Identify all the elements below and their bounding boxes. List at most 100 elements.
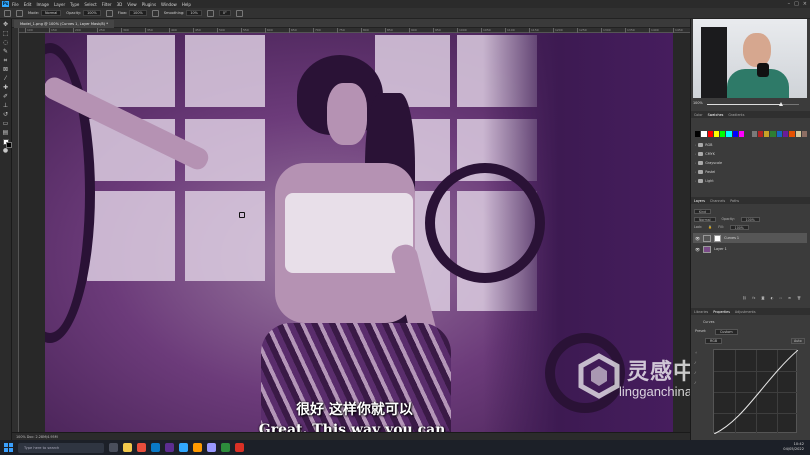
eyedropper-white-icon[interactable]: ⁄ [695,381,696,385]
layer-row-curves[interactable]: 👁 Curves 1 [693,233,807,243]
mode-select[interactable]: Normal [41,10,62,16]
tab-channels[interactable]: Channels [710,199,725,203]
swatch-folder-cmyk[interactable]: › CMYK [695,150,803,157]
color-swatch[interactable] [738,131,745,137]
quick-select-tool-icon[interactable]: ✎ [2,48,10,55]
curve-line[interactable] [714,350,798,434]
swatch-folder-rgb[interactable]: › RGB [695,141,803,148]
eyedropper-gray-icon[interactable]: ⁄ [695,371,696,375]
curves-graph[interactable] [713,349,798,434]
menu-layer[interactable]: Layer [54,2,65,7]
home-icon[interactable] [4,9,11,17]
visibility-eye-icon[interactable]: 👁 [695,247,700,252]
task-view-icon[interactable] [109,443,118,452]
airbrush-icon[interactable] [151,9,159,17]
navigator-zoom-slider[interactable] [707,102,799,106]
file-explorer-icon[interactable] [123,443,132,452]
new-adjustment-icon[interactable]: ◐ [770,296,773,300]
minimize-icon[interactable]: – [788,1,791,7]
edge-icon[interactable] [151,443,160,452]
teams-icon[interactable] [165,443,174,452]
color-swatch[interactable] [757,131,764,137]
fx-icon[interactable]: fx [752,296,755,300]
swatch-folder-light[interactable]: › Light [695,177,803,184]
swatch-folder-grayscale[interactable]: › Grayscale [695,159,803,166]
layer-mask-thumbnail[interactable] [714,234,722,242]
premiere-taskbar-icon[interactable] [207,443,216,452]
menu-help[interactable]: Help [182,2,191,7]
obs-icon[interactable] [235,443,244,452]
tab-gradients[interactable]: Gradients [728,113,744,117]
brush-preset-icon[interactable] [16,9,23,17]
healing-brush-tool-icon[interactable]: ✚ [2,84,10,91]
symmetry-icon[interactable] [235,9,243,17]
swatch-folder-pastel[interactable]: › Pastel [695,168,803,175]
opacity-input[interactable]: 100% [83,10,101,16]
history-brush-tool-icon[interactable]: ↺ [2,111,10,118]
photoshop-taskbar-icon[interactable] [179,443,188,452]
lasso-tool-icon[interactable]: ◌ [2,39,10,46]
menu-type[interactable]: Type [70,2,79,7]
chrome-icon[interactable] [137,443,146,452]
layer-kind-filter[interactable]: Kind [694,208,712,214]
color-swatch[interactable] [789,131,795,137]
layer-opacity-input[interactable]: 100% [740,216,760,222]
color-swatch[interactable] [726,131,732,137]
color-swatch[interactable] [701,131,707,137]
dodge-tool-icon[interactable]: ● [2,147,10,154]
tab-swatches[interactable]: Swatches [708,113,724,117]
tab-paths[interactable]: Paths [730,199,739,203]
menu-3d[interactable]: 3D [117,2,123,7]
new-layer-icon[interactable]: ⊞ [788,296,791,300]
tab-properties[interactable]: Properties [713,310,730,314]
gradient-tool-icon[interactable]: ▤ [2,129,10,136]
color-swatch[interactable] [732,131,738,137]
system-clock[interactable]: 10:42 04/05/2022 [783,442,804,452]
color-swatch[interactable] [707,131,713,137]
tab-color[interactable]: Color [694,113,703,117]
close-icon[interactable]: × [803,1,807,7]
menu-filter[interactable]: Filter [102,2,112,7]
eraser-tool-icon[interactable]: ▭ [2,120,10,127]
eyedropper-tool-icon[interactable]: ⁄ [2,75,10,82]
settings-icon[interactable] [206,9,214,17]
color-swatch[interactable] [713,131,720,137]
brush-tool-icon[interactable]: ✐ [2,93,10,100]
auto-button[interactable]: Auto [791,338,805,344]
tab-layers[interactable]: Layers [694,199,705,203]
target-adjust-icon[interactable]: ☝ [695,351,697,355]
lock-icon[interactable]: 🔒 [708,225,712,229]
marquee-tool-icon[interactable]: ⬚ [2,30,10,37]
smoothing-input[interactable]: 10% [186,10,202,16]
menu-select[interactable]: Select [84,2,96,7]
menu-image[interactable]: Image [36,2,49,7]
menu-plugins[interactable]: Plugins [142,2,156,7]
color-swatch[interactable] [776,131,782,137]
illustrator-taskbar-icon[interactable] [193,443,202,452]
menu-file[interactable]: File [12,2,19,7]
maximize-icon[interactable]: □ [794,1,799,7]
color-swatch[interactable] [782,131,789,137]
color-swatch[interactable] [695,131,701,137]
menu-window[interactable]: Window [161,2,177,7]
preset-select[interactable]: Custom [715,329,738,335]
angle-input[interactable]: 0° [218,10,231,16]
color-swatch[interactable] [745,131,751,137]
blend-mode-select[interactable]: Normal [694,216,716,222]
frame-tool-icon[interactable]: ⊠ [2,66,10,73]
color-swatch[interactable] [764,131,770,137]
color-swatch[interactable] [751,131,757,137]
color-swatch[interactable] [770,131,776,137]
document-tab[interactable]: Model_1.png @ 100% (Curves 1, Layer Mask… [14,20,114,28]
link-layers-icon[interactable]: ⛓ [742,296,746,300]
menu-view[interactable]: View [127,2,137,7]
color-swatch[interactable] [720,131,726,137]
move-tool-icon[interactable]: ✥ [2,21,10,28]
clone-stamp-tool-icon[interactable]: ⊥ [2,102,10,109]
windows-start-icon[interactable] [4,443,13,452]
delete-layer-icon[interactable]: 🗑 [797,296,801,300]
new-group-icon[interactable]: ▭ [779,296,782,300]
spotify-icon[interactable] [221,443,230,452]
color-swatch[interactable] [795,131,801,137]
pressure-opacity-icon[interactable] [105,9,113,17]
